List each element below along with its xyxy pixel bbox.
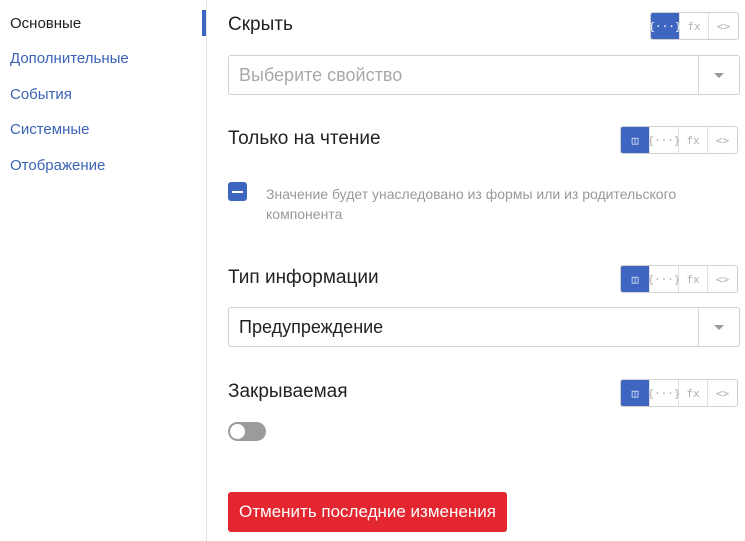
readonly-mode-switch: ◫ {···} fx <>	[620, 126, 738, 154]
braces-icon: {···}	[647, 386, 681, 400]
function-icon: fx	[686, 133, 700, 147]
indeterminate-icon	[232, 190, 243, 193]
hide-title: Скрыть	[228, 14, 293, 35]
code-mode-button[interactable]: <>	[708, 380, 737, 406]
sidebar-item-display[interactable]: Отображение	[10, 157, 105, 175]
info-type-select[interactable]: Предупреждение	[228, 307, 740, 347]
braces-icon: {···}	[647, 272, 681, 286]
sidebar-item-events[interactable]: События	[10, 86, 72, 104]
binding-mode-button[interactable]: {···}	[647, 266, 681, 292]
formula-mode-button[interactable]: fx	[679, 127, 708, 153]
code-mode-button[interactable]: <>	[709, 13, 738, 39]
formula-mode-button[interactable]: fx	[680, 13, 709, 39]
sidebar-item-basic[interactable]: Основные	[10, 15, 81, 33]
function-icon: fx	[687, 19, 701, 33]
formula-mode-button[interactable]: fx	[679, 266, 708, 292]
readonly-inherit-hint: Значение будет унаследовано из формы или…	[266, 186, 677, 222]
binding-mode-button[interactable]: {···}	[647, 127, 681, 153]
code-icon: <>	[715, 133, 730, 147]
chevron-down-icon	[714, 324, 724, 330]
closable-toggle[interactable]	[228, 422, 266, 441]
closable-mode-switch: ◫ {···} fx <>	[620, 379, 738, 407]
sidebar-item-additional[interactable]: Дополнительные	[10, 50, 129, 68]
select-value: Предупреждение	[239, 316, 384, 337]
input-icon: ◫	[631, 272, 639, 286]
code-icon: <>	[715, 386, 730, 400]
chevron-down-icon	[714, 72, 724, 78]
readonly-title: Только на чтение	[228, 128, 381, 149]
toggle-knob	[230, 424, 245, 439]
hide-property-select[interactable]: Выберите свойство	[228, 55, 740, 95]
input-icon: ◫	[631, 133, 639, 147]
properties-panel: Скрыть {···} fx <> Выберите свойство Тол…	[207, 0, 745, 541]
binding-mode-button[interactable]: {···}	[647, 380, 681, 406]
sidebar-active-indicator	[202, 10, 206, 36]
braces-icon: {···}	[650, 19, 682, 33]
braces-icon: {···}	[647, 133, 681, 147]
binding-mode-button[interactable]: {···}	[650, 13, 682, 39]
code-mode-button[interactable]: <>	[708, 266, 737, 292]
static-mode-button[interactable]: ◫	[621, 266, 650, 292]
info-type-mode-switch: ◫ {···} fx <>	[620, 265, 738, 293]
readonly-checkbox[interactable]	[228, 182, 247, 201]
function-icon: fx	[686, 386, 700, 400]
dropdown-toggle[interactable]	[698, 308, 739, 346]
closable-title: Закрываемая	[228, 381, 348, 402]
function-icon: fx	[686, 272, 700, 286]
static-mode-button[interactable]: ◫	[621, 127, 650, 153]
info-type-title: Тип информации	[228, 267, 379, 288]
sidebar: Основные Дополнительные События Системны…	[0, 0, 207, 541]
code-icon: <>	[715, 272, 730, 286]
hide-mode-switch: {···} fx <>	[650, 12, 739, 40]
dropdown-toggle[interactable]	[698, 56, 739, 94]
formula-mode-button[interactable]: fx	[679, 380, 708, 406]
static-mode-button[interactable]: ◫	[621, 380, 650, 406]
sidebar-item-system[interactable]: Системные	[10, 121, 89, 139]
revert-changes-button[interactable]: Отменить последние изменения	[228, 492, 507, 532]
select-placeholder: Выберите свойство	[239, 64, 403, 85]
input-icon: ◫	[631, 386, 639, 400]
code-mode-button[interactable]: <>	[708, 127, 737, 153]
code-icon: <>	[716, 19, 731, 33]
